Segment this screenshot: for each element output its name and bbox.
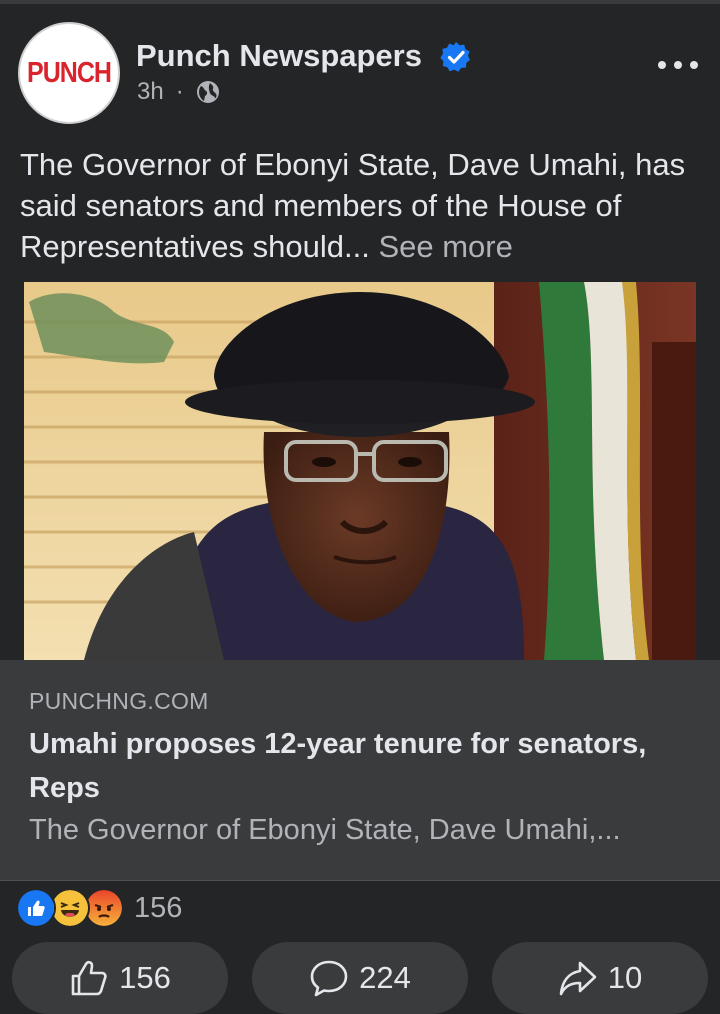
reactions-summary[interactable]: 156 xyxy=(16,888,182,928)
post-image[interactable] xyxy=(24,282,696,660)
like-button[interactable]: 156 xyxy=(12,942,228,1014)
dot-icon xyxy=(658,61,666,69)
post-text: The Governor of Ebonyi State, Dave Umahi… xyxy=(20,144,710,267)
share-arrow-icon xyxy=(559,961,597,996)
post-time[interactable]: 3h xyxy=(137,78,164,106)
verified-badge-icon xyxy=(440,42,470,72)
link-description: The Governor of Ebonyi State, Dave Umahi… xyxy=(29,814,621,846)
thumbs-up-icon xyxy=(71,960,107,996)
comment-count: 224 xyxy=(359,960,411,995)
share-count: 10 xyxy=(607,960,643,995)
see-more-link[interactable]: See more xyxy=(378,229,512,264)
link-domain: PUNCHNG.COM xyxy=(29,688,209,714)
portrait-photo xyxy=(24,282,696,660)
link-title[interactable]: Umahi proposes 12-year tenure for senato… xyxy=(29,722,669,810)
comment-button[interactable]: 224 xyxy=(252,942,468,1014)
post-body: The Governor of Ebonyi State, Dave Umahi… xyxy=(20,147,686,264)
comment-icon xyxy=(310,960,348,997)
globe-icon xyxy=(196,81,219,103)
meta-separator: · xyxy=(175,78,184,105)
angry-reaction-icon xyxy=(84,888,124,928)
share-button[interactable]: 10 xyxy=(492,942,708,1014)
page-name[interactable]: Punch Newspapers xyxy=(136,38,422,74)
dot-icon xyxy=(674,61,682,69)
dot-icon xyxy=(690,61,698,69)
more-options-button[interactable] xyxy=(658,50,698,80)
punch-logo: PUNCH xyxy=(27,56,112,89)
page-avatar[interactable]: PUNCH xyxy=(18,22,120,124)
like-reaction-icon xyxy=(16,888,56,928)
top-divider xyxy=(0,0,720,4)
post-meta: 3h · xyxy=(137,78,220,106)
haha-reaction-icon xyxy=(50,888,90,928)
like-count: 156 xyxy=(119,960,171,995)
reaction-count: 156 xyxy=(134,891,183,924)
